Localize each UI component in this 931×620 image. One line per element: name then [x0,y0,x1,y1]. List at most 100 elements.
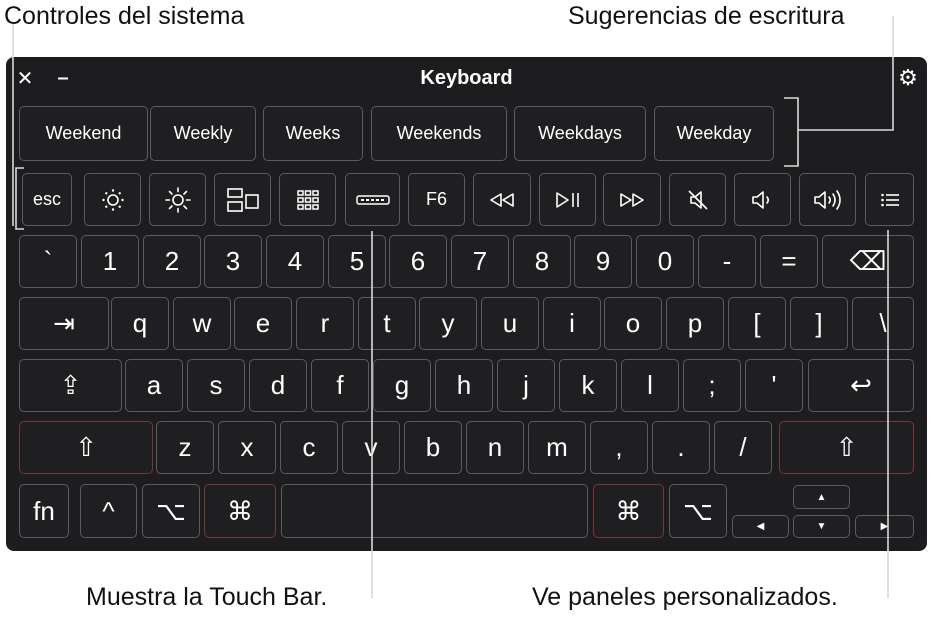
fn-key[interactable]: fn [19,484,69,538]
volume-down-key[interactable] [734,173,791,226]
callout-typing-suggestions: Sugerencias de escritura [568,2,845,30]
key-d[interactable]: d [249,359,307,412]
suggestion-weekdays[interactable]: Weekdays [514,106,646,161]
arrow-down-key[interactable]: ▼ [793,515,850,538]
left-shift-key[interactable]: ⇧ [19,421,153,474]
play-pause-key[interactable] [539,173,596,226]
key-o[interactable]: o [604,297,662,350]
key-6[interactable]: 6 [389,235,447,288]
return-key[interactable]: ↩ [808,359,914,412]
key-h[interactable]: h [435,359,493,412]
suggestion-weeks[interactable]: Weeks [263,106,363,161]
key-semicolon[interactable]: ; [683,359,741,412]
key-label: r [320,308,330,338]
mute-key[interactable] [669,173,726,226]
key-u[interactable]: u [481,297,539,350]
right-command-key[interactable]: ⌘ [593,484,664,538]
gear-icon[interactable]: ⚙ [895,65,921,91]
key-4[interactable]: 4 [266,235,324,288]
key-equals[interactable]: = [760,235,818,288]
rewind-key[interactable] [473,173,531,226]
key-right-bracket[interactable]: ] [790,297,848,350]
brightness-down-key[interactable] [84,173,141,226]
key-i[interactable]: i [543,297,601,350]
left-command-key[interactable]: ⌘ [204,484,276,538]
key-label: p [687,308,703,338]
key-c[interactable]: c [280,421,338,474]
key-0[interactable]: 0 [636,235,694,288]
key-9[interactable]: 9 [574,235,632,288]
launchpad-key[interactable] [279,173,336,226]
key-l[interactable]: l [621,359,679,412]
rewind-icon [490,192,514,207]
f6-key[interactable]: F6 [408,173,465,226]
tab-key[interactable]: ⇥ [19,297,109,350]
brightness-up-key[interactable] [149,173,206,226]
key-g[interactable]: g [373,359,431,412]
key-m[interactable]: m [528,421,586,474]
key-5[interactable]: 5 [328,235,386,288]
key-n[interactable]: n [466,421,524,474]
arrow-up-key[interactable]: ▲ [793,485,850,509]
key-label: ` [43,246,53,276]
key-left-bracket[interactable]: [ [728,297,786,350]
key-label: 2 [164,246,180,276]
space-bar[interactable] [281,484,588,538]
key-b[interactable]: b [404,421,462,474]
command-icon: ⌘ [615,495,642,526]
key-e[interactable]: e [234,297,292,350]
key-v[interactable]: v [342,421,400,474]
key-backtick[interactable]: ` [19,235,77,288]
touch-bar-key[interactable] [345,173,400,226]
suggestion-weekly[interactable]: Weekly [150,106,256,161]
key-label: = [781,246,797,276]
delete-key[interactable]: ⌫ [822,235,914,288]
key-f[interactable]: f [311,359,369,412]
fast-forward-icon [620,192,644,207]
key-q[interactable]: q [111,297,169,350]
key-w[interactable]: w [173,297,231,350]
play-pause-icon [555,191,579,208]
suggestion-weekend[interactable]: Weekend [19,106,148,161]
key-period[interactable]: . [652,421,710,474]
suggestion-label: Weekends [396,123,482,143]
key-7[interactable]: 7 [451,235,509,288]
key-label: k [581,370,595,400]
caps-lock-key[interactable]: ⇪ [19,359,122,412]
key-j[interactable]: j [497,359,555,412]
mission-control-key[interactable] [214,173,271,226]
key-slash[interactable]: / [714,421,772,474]
key-z[interactable]: z [156,421,214,474]
volume-up-key[interactable] [799,173,856,226]
key-comma[interactable]: , [590,421,648,474]
arrow-right-key[interactable]: ▶ [855,515,914,538]
key-a[interactable]: a [125,359,183,412]
right-shift-key[interactable]: ⇧ [779,421,914,474]
right-option-key[interactable]: ⌥ [669,484,727,538]
key-1[interactable]: 1 [81,235,139,288]
key-x[interactable]: x [218,421,276,474]
key-minus[interactable]: - [698,235,756,288]
key-s[interactable]: s [187,359,245,412]
key-k[interactable]: k [559,359,617,412]
key-r[interactable]: r [296,297,354,350]
key-label: ' [771,370,777,400]
volume-down-icon [751,190,769,209]
key-backslash[interactable]: \ [852,297,914,350]
arrow-left-key[interactable]: ◀ [732,515,789,538]
key-t[interactable]: t [358,297,416,350]
key-8[interactable]: 8 [513,235,571,288]
tab-icon: ⇥ [53,308,75,338]
key-y[interactable]: y [419,297,477,350]
custom-panels-key[interactable] [865,173,914,226]
control-key[interactable]: ^ [80,484,137,538]
left-option-key[interactable]: ⌥ [142,484,200,538]
suggestion-weekends[interactable]: Weekends [371,106,507,161]
key-p[interactable]: p [666,297,724,350]
suggestion-weekday[interactable]: Weekday [654,106,774,161]
fast-forward-key[interactable] [603,173,661,226]
key-quote[interactable]: ' [745,359,803,412]
esc-key[interactable]: esc [22,173,72,226]
key-2[interactable]: 2 [143,235,201,288]
key-3[interactable]: 3 [204,235,262,288]
